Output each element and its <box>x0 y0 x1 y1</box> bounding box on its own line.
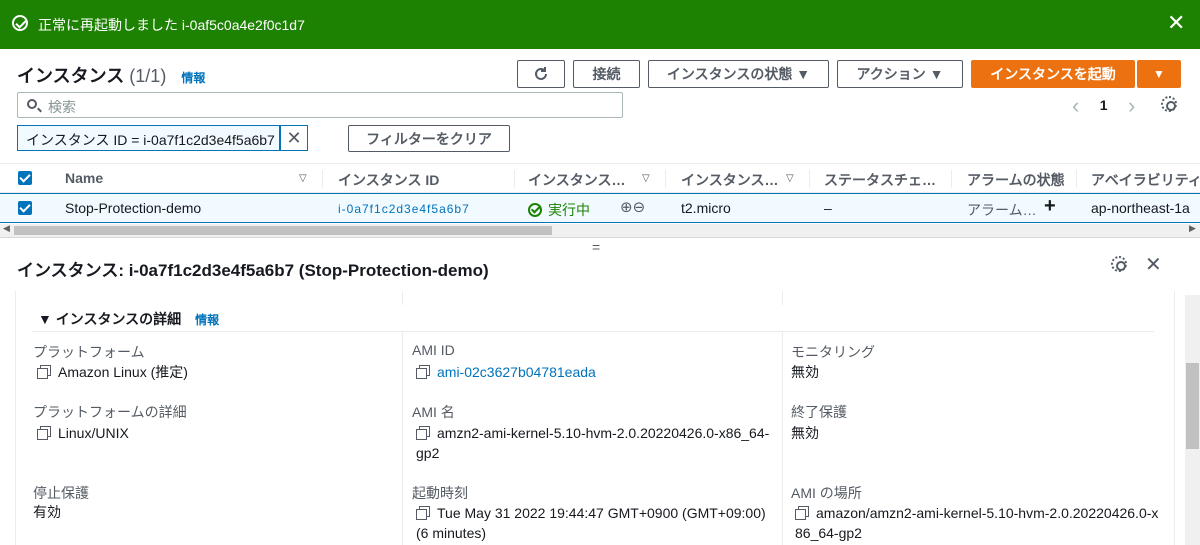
success-check-icon <box>12 15 28 31</box>
filter-token: インスタンス ID = i-0a7f1c2d3e4f5a6b7 <box>17 125 280 151</box>
ami-name-value: amzn2-ami-kernel-5.10-hvm-2.0.20220426.0… <box>416 425 770 461</box>
row-name: Stop-Protection-demo <box>65 200 202 216</box>
section-separator <box>32 331 1154 332</box>
search-icon <box>27 99 37 109</box>
copy-icon[interactable] <box>37 426 51 440</box>
refresh-icon <box>535 67 547 80</box>
monitoring-label: モニタリング <box>791 344 875 360</box>
termination-protection-value: 無効 <box>791 425 819 441</box>
sort-icon[interactable]: ▽ <box>642 173 650 184</box>
scroll-left-icon[interactable]: ◀ <box>3 223 10 234</box>
page-title: インスタンス (1/1) 情報 <box>17 62 205 88</box>
remove-filter-icon[interactable]: ✕ <box>280 125 308 151</box>
scrollbar-thumb[interactable] <box>14 226 552 235</box>
launch-time-value: Tue May 31 2022 19:44:47 GMT+0900 (GMT+0… <box>416 505 766 541</box>
copy-icon[interactable] <box>795 506 809 520</box>
row-status-check: – <box>824 200 832 216</box>
stop-protection-label: 停止保護 <box>33 485 89 501</box>
row-instance-type: t2.micro <box>681 200 731 216</box>
info-link[interactable]: 情報 <box>181 71 205 85</box>
col-availability-zone[interactable]: アベイラビリティ… <box>1091 170 1200 190</box>
section-header[interactable]: ▼ インスタンスの詳細 情報 <box>38 309 219 329</box>
row-availability-zone: ap-northeast-1a <box>1091 200 1190 216</box>
table-row[interactable]: Stop-Protection-demo i-0a7f1c2d3e4f5a6b7… <box>0 193 1200 223</box>
instance-count: (1/1) <box>129 66 167 86</box>
stop-protection-value: 有効 <box>33 504 61 520</box>
ami-location-value: amazon/amzn2-ami-kernel-5.10-hvm-2.0.202… <box>795 505 1159 541</box>
detail-close-icon[interactable]: ✕ <box>1145 252 1162 277</box>
instance-state-button[interactable]: インスタンスの状態 ▼ <box>648 60 829 88</box>
sort-icon[interactable]: ▽ <box>299 173 307 184</box>
select-all-checkbox[interactable] <box>18 171 32 185</box>
col-alarm-status[interactable]: アラームの状態 <box>967 170 1065 190</box>
success-banner: 正常に再起動しました i-0af5c0a4e2f0c1d7 ✕ <box>0 0 1200 49</box>
row-checkbox[interactable] <box>18 201 32 215</box>
col-instance-state[interactable]: インスタンス… <box>528 170 625 190</box>
copy-icon[interactable] <box>37 365 51 379</box>
settings-gear-icon[interactable] <box>1161 96 1177 112</box>
platform-details-value: Linux/UNIX <box>37 423 129 443</box>
connect-button[interactable]: 接続 <box>573 60 640 88</box>
row-alarm: アラーム… <box>967 202 1037 218</box>
vertical-scrollbar[interactable] <box>1185 295 1200 545</box>
clear-filters-button[interactable]: フィルターをクリア <box>348 125 510 152</box>
page-title-text: インスタンス <box>17 66 125 86</box>
col-instance-id[interactable]: インスタンス ID <box>338 170 439 190</box>
row-state-text: 実行中 <box>548 202 590 218</box>
sort-icon[interactable]: ▽ <box>786 173 794 184</box>
add-alarm-icon[interactable]: + <box>1044 195 1056 218</box>
search-placeholder: 検索 <box>48 99 76 115</box>
vertical-scrollbar-thumb[interactable] <box>1186 363 1199 449</box>
horizontal-scrollbar[interactable]: ◀ ▶ <box>0 223 1200 237</box>
next-page-icon[interactable]: › <box>1128 93 1135 118</box>
banner-message: 正常に再起動しました i-0af5c0a4e2f0c1d7 <box>38 17 305 33</box>
panel-divider <box>0 237 1200 238</box>
termination-protection-label: 終了保護 <box>791 404 847 420</box>
ami-id-label: AMI ID <box>412 342 455 358</box>
launch-instance-button[interactable]: インスタンスを起動 <box>971 60 1135 88</box>
detail-settings-gear-icon[interactable] <box>1111 256 1127 272</box>
close-icon[interactable]: ✕ <box>1167 12 1185 34</box>
page-number[interactable]: 1 <box>1100 97 1108 113</box>
launch-time-label: 起動時刻 <box>412 485 468 501</box>
col-name[interactable]: Name <box>65 170 103 186</box>
prev-page-icon[interactable]: ‹ <box>1072 93 1079 118</box>
col-instance-type[interactable]: インスタンス… <box>681 170 778 190</box>
copy-icon[interactable] <box>416 506 430 520</box>
pagination: ‹ 1 › <box>1072 93 1135 119</box>
platform-label: プラットフォーム <box>33 344 145 360</box>
actions-button[interactable]: アクション ▼ <box>837 60 963 88</box>
ami-name-label: AMI 名 <box>412 404 455 420</box>
copy-icon[interactable] <box>416 426 430 440</box>
row-state: 実行中 <box>528 200 590 220</box>
zoom-icons[interactable]: ⊕⊖ <box>620 198 645 216</box>
section-info-link[interactable]: 情報 <box>195 313 219 327</box>
platform-value: Amazon Linux (推定) <box>37 362 188 382</box>
platform-details-label: プラットフォームの詳細 <box>33 404 187 420</box>
ami-id-link[interactable]: ami-02c3627b04781eada <box>437 364 596 380</box>
refresh-button[interactable] <box>517 60 565 88</box>
detail-title: インスタンス: i-0a7f1c2d3e4f5a6b7 (Stop-Protec… <box>17 261 489 280</box>
copy-icon[interactable] <box>416 365 430 379</box>
monitoring-value: 無効 <box>791 364 819 380</box>
ami-id-value: ami-02c3627b04781eada <box>416 362 596 382</box>
running-status-icon <box>528 203 542 217</box>
ami-location-label: AMI の場所 <box>791 485 862 501</box>
row-instance-id-link[interactable]: i-0a7f1c2d3e4f5a6b7 <box>338 202 470 216</box>
resize-handle[interactable]: = <box>592 239 600 255</box>
col-status-check[interactable]: ステータスチェ… <box>824 170 936 190</box>
section-title[interactable]: ▼ インスタンスの詳細 <box>38 311 181 327</box>
scroll-right-icon[interactable]: ▶ <box>1189 223 1196 234</box>
search-input[interactable]: 検索 <box>17 92 623 118</box>
launch-dropdown-button[interactable]: ▼ <box>1137 60 1181 88</box>
table-header: Name ▽ インスタンス ID インスタンス… ▽ インスタンス… ▽ ステー… <box>0 163 1200 193</box>
